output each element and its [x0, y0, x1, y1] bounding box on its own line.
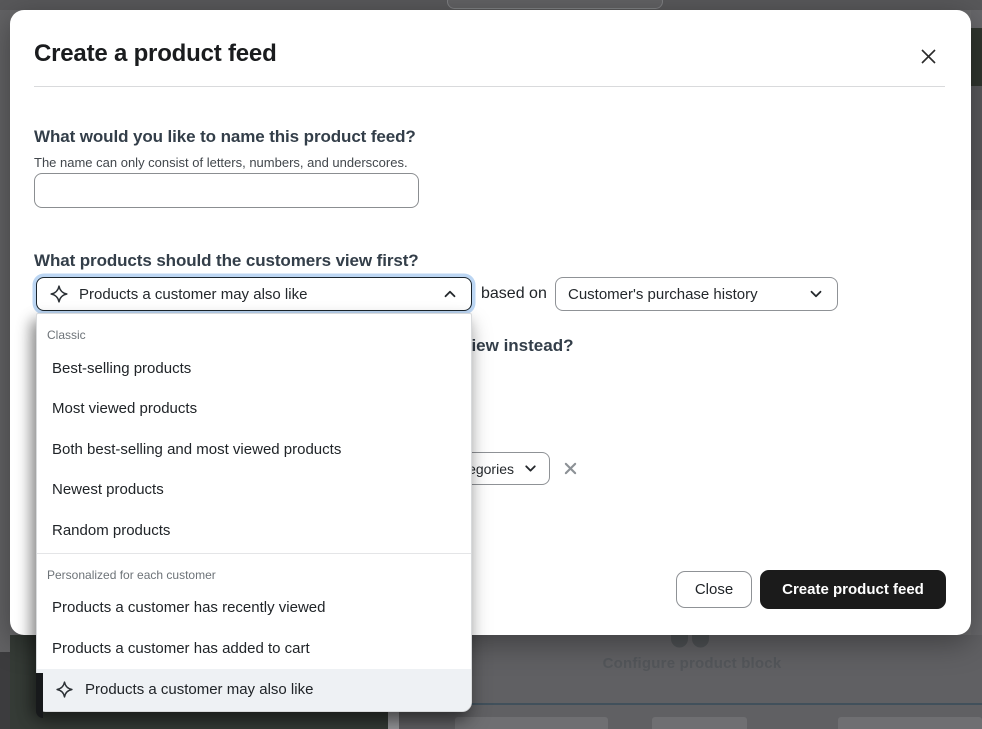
dropdown-option[interactable]: Products a customer may also like: [37, 669, 471, 711]
name-helper-text: The name can only consist of letters, nu…: [34, 155, 408, 170]
background-left-edge: [0, 10, 10, 729]
dropdown-option[interactable]: Products a customer has added to cart: [37, 628, 471, 669]
categories-value-fragment: egories: [468, 461, 514, 477]
dropdown-panel: Classic Best-selling products Most viewed …: [36, 313, 472, 712]
dropdown-option-label: Random products: [52, 522, 170, 539]
background-card: [455, 717, 608, 729]
dropdown-option-label: Products a customer has recently viewed: [52, 599, 325, 616]
background-divider-line: [399, 703, 982, 705]
dropdown-option-label: Products a customer may also like: [85, 681, 313, 698]
background-card: [652, 717, 747, 729]
dropdown-group-label: Classic: [37, 314, 471, 348]
product-type-combobox[interactable]: Products a customer may also like: [36, 277, 472, 311]
chevron-down-icon: [522, 460, 539, 477]
products-question-heading: What products should the customers view …: [34, 251, 419, 271]
feed-name-input[interactable]: [34, 173, 419, 208]
dropdown-option[interactable]: Products a customer has recently viewed: [37, 588, 471, 629]
background-search-bar: [447, 0, 663, 9]
dropdown-option[interactable]: Best-selling products: [37, 348, 471, 389]
dropdown-option-label: Both best-selling and most viewed produc…: [52, 441, 341, 458]
view-instead-heading-fragment: view instead?: [462, 336, 573, 356]
dropdown-option[interactable]: Most viewed products: [37, 389, 471, 430]
background-left-edge-dark: [0, 652, 10, 729]
sparkle-icon: [49, 284, 69, 304]
modal-title: Create a product feed: [34, 40, 277, 68]
background-right-dark-block: [971, 28, 982, 86]
screen: Configure product block Create a product…: [0, 0, 982, 729]
dropdown-option-label: Newest products: [52, 481, 164, 498]
background-right-mid-block: [971, 86, 982, 210]
purchase-history-select[interactable]: Customer's purchase history: [555, 277, 838, 311]
header-divider: [34, 86, 945, 87]
chevron-up-icon: [441, 285, 459, 303]
dropdown-option-label: Best-selling products: [52, 360, 191, 377]
dropdown-option-label: Most viewed products: [52, 400, 197, 417]
purchase-history-value: Customer's purchase history: [568, 286, 807, 303]
dropdown-shadow-bar: [36, 673, 43, 718]
background-card: [838, 717, 982, 729]
dropdown-option[interactable]: Newest products: [37, 470, 471, 511]
configure-product-block-label: Configure product block: [542, 655, 842, 672]
close-icon[interactable]: [908, 36, 948, 76]
sparkle-icon: [55, 680, 74, 699]
name-question-heading: What would you like to name this product…: [34, 127, 416, 147]
based-on-label: based on: [481, 285, 547, 303]
remove-x-icon[interactable]: [560, 458, 580, 478]
close-button[interactable]: Close: [676, 571, 752, 608]
dropdown-option[interactable]: Both best-selling and most viewed produc…: [37, 429, 471, 470]
dropdown-option[interactable]: Random products: [37, 510, 471, 551]
dropdown-option-label: Products a customer has added to cart: [52, 640, 310, 657]
chevron-down-icon: [807, 285, 825, 303]
dropdown-group-label: Personalized for each customer: [37, 554, 471, 588]
combobox-value: Products a customer may also like: [79, 286, 431, 303]
create-product-feed-button[interactable]: Create product feed: [760, 570, 946, 609]
